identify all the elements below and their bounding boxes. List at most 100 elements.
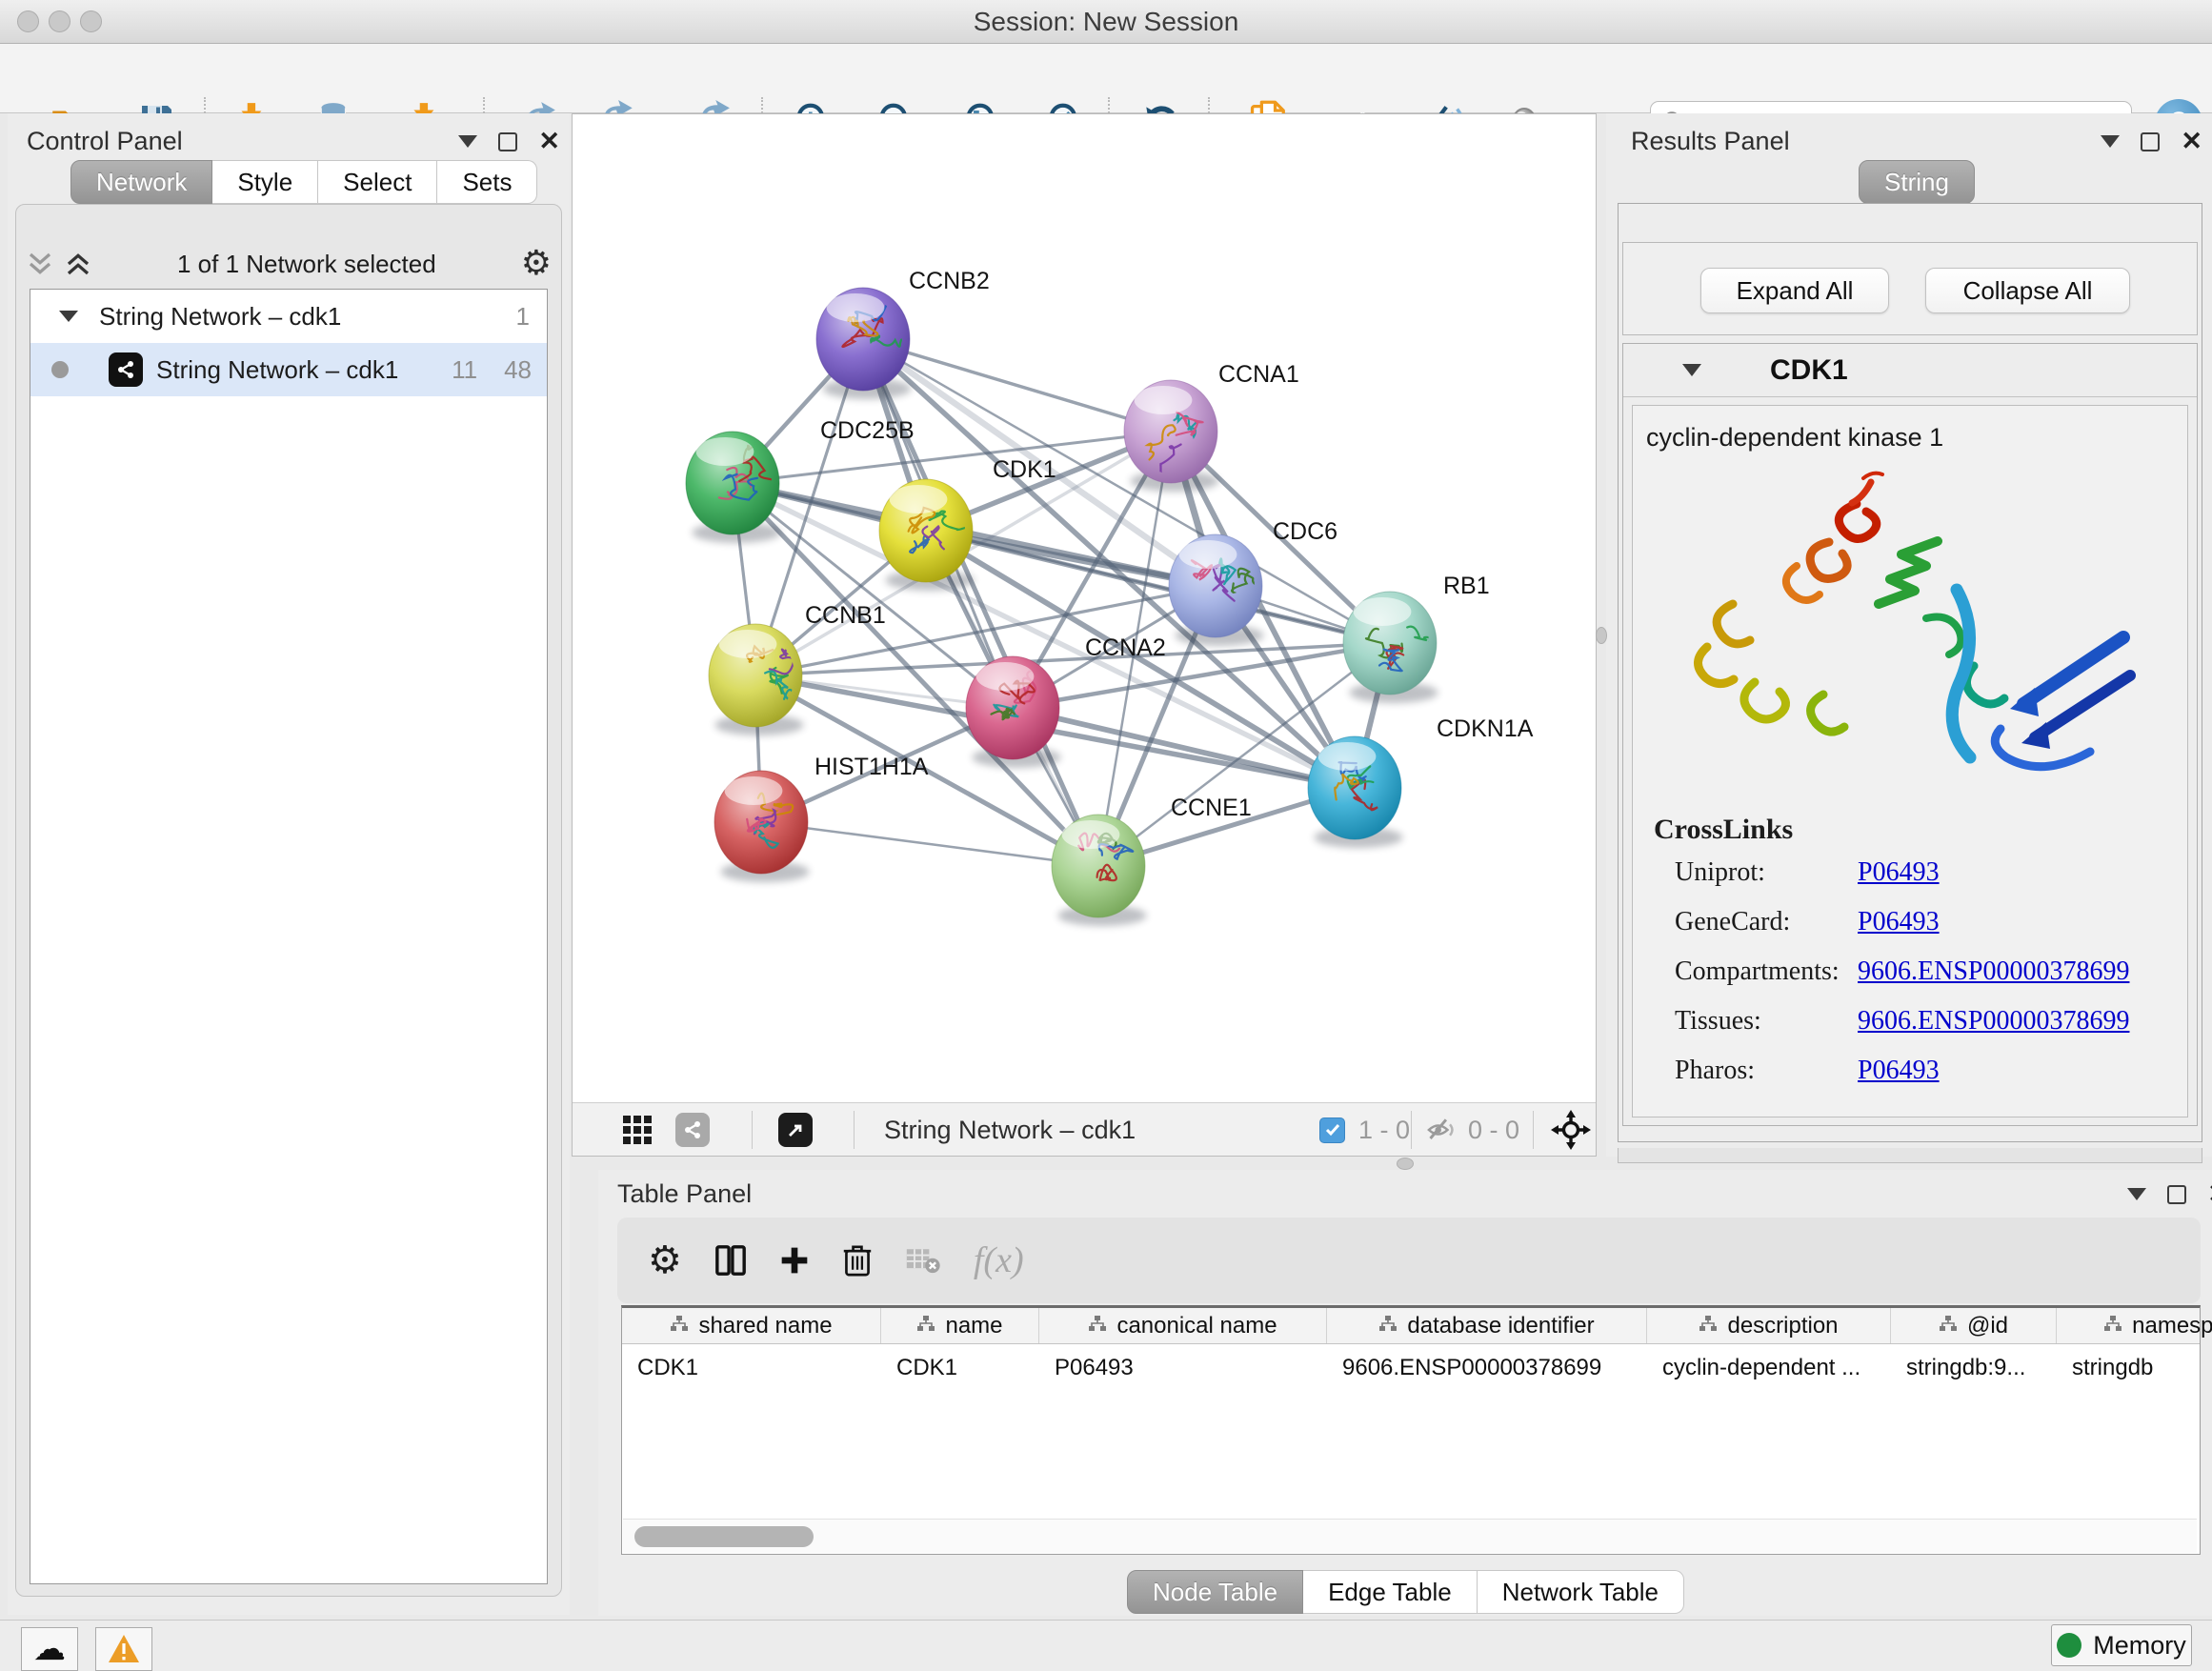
control-panel-close-icon[interactable]: ✕: [538, 129, 560, 154]
entry-collapse-icon[interactable]: [1682, 364, 1701, 376]
tab-network[interactable]: Network: [70, 160, 212, 204]
share-icon: [675, 1113, 710, 1147]
network-node-label: CDKN1A: [1437, 715, 1534, 742]
table-cell[interactable]: 9606.ENSP00000378699: [1327, 1344, 1647, 1392]
control-panel-float-icon[interactable]: [498, 132, 517, 151]
results-panel-title: Results Panel: [1631, 127, 1790, 156]
network-share-button[interactable]: [675, 1103, 710, 1157]
horizontal-splitter-handle[interactable]: [1397, 1158, 1414, 1170]
current-network-name: String Network – cdk1: [884, 1103, 1136, 1157]
network-node-CCNA1[interactable]: [1124, 380, 1219, 493]
network-node-HIST1H1A[interactable]: [714, 771, 810, 882]
network-node-CDKN1A[interactable]: [1308, 736, 1403, 848]
network-status-dot: [51, 361, 69, 378]
tab-style[interactable]: Style: [212, 160, 318, 204]
expand-all-button[interactable]: Expand All: [1700, 268, 1889, 313]
crosslink-uniprot-[interactable]: P06493: [1858, 857, 1940, 888]
network-node-RB1[interactable]: [1343, 592, 1455, 703]
table-panel-close-icon[interactable]: ✕: [2207, 1181, 2212, 1207]
table-panel-menu-icon[interactable]: [2127, 1188, 2146, 1200]
column-label: canonical name: [1116, 1313, 1277, 1339]
network-options-gear-icon[interactable]: ⚙: [521, 247, 552, 281]
close-window-button[interactable]: [17, 10, 39, 32]
column-header--id[interactable]: @id: [1891, 1308, 2057, 1343]
table-cell[interactable]: CDK1: [881, 1344, 1039, 1392]
table-header-row: shared namename canonical name database id…: [622, 1308, 2200, 1344]
crosslink-tissues-[interactable]: 9606.ENSP00000378699: [1858, 1006, 2129, 1037]
results-panel-float-icon[interactable]: [2141, 132, 2160, 151]
crosslink-genecard-[interactable]: P06493: [1858, 907, 1940, 937]
string-results-buttons: Expand All Collapse All: [1622, 242, 2198, 335]
collapse-all-icon[interactable]: [26, 250, 54, 278]
table-options-gear-icon[interactable]: ⚙: [648, 1241, 682, 1279]
table-row[interactable]: CDK1CDK1P064939606.ENSP00000378699cyclin…: [622, 1344, 2200, 1392]
network-view[interactable]: CCNB2CCNA1CDC25BCDK1CDC6RB1CCNB1CCNA2CDK…: [572, 113, 1597, 1157]
show-columns-icon[interactable]: [714, 1244, 747, 1277]
results-scrollbar[interactable]: [1618, 1148, 2202, 1163]
tab-string[interactable]: String: [1859, 160, 1975, 204]
tab-select[interactable]: Select: [318, 160, 437, 204]
gene-description: cyclin-dependent kinase 1: [1646, 423, 1943, 453]
maximize-window-button[interactable]: [80, 10, 102, 32]
tab-edge-table[interactable]: Edge Table: [1303, 1570, 1478, 1614]
vertical-splitter-handle[interactable]: [1596, 627, 1607, 644]
results-panel-menu-icon[interactable]: [2101, 135, 2120, 148]
cloud-button[interactable]: ☁: [21, 1627, 78, 1671]
column-header-database-identifier[interactable]: database identifier: [1327, 1308, 1647, 1343]
add-column-icon[interactable]: [779, 1245, 810, 1276]
network-type-icon: [109, 352, 143, 387]
warnings-button[interactable]: [95, 1627, 152, 1671]
column-label: namespac: [2132, 1313, 2212, 1339]
column-header-shared-name[interactable]: shared name: [622, 1308, 881, 1343]
crosslink-pharos-[interactable]: P06493: [1858, 1056, 1940, 1086]
window-controls[interactable]: [17, 10, 102, 32]
minimize-window-button[interactable]: [49, 10, 70, 32]
table-horizontal-scrollbar[interactable]: [623, 1519, 2197, 1553]
column-header-namespac[interactable]: namespac: [2057, 1308, 2212, 1343]
network-graph[interactable]: CCNB2CCNA1CDC25BCDK1CDC6RB1CCNB1CCNA2CDK…: [573, 114, 1596, 1103]
cloud-icon: ☁: [33, 1630, 66, 1668]
table-panel-float-icon[interactable]: [2167, 1185, 2186, 1204]
column-header-canonical-name[interactable]: canonical name: [1039, 1308, 1327, 1343]
network-collection-row[interactable]: String Network – cdk1 1: [30, 290, 547, 343]
function-builder-icon[interactable]: f(x): [974, 1239, 1024, 1281]
open-in-new-window-button[interactable]: [778, 1103, 813, 1157]
table-cell[interactable]: stringdb:9...: [1891, 1344, 2057, 1392]
network-node-CCNE1[interactable]: [1052, 815, 1147, 926]
network-node-CCNB2[interactable]: [816, 288, 912, 399]
warning-icon: [107, 1633, 141, 1665]
network-node-CCNB1[interactable]: [709, 624, 804, 735]
collection-expand-icon[interactable]: [59, 311, 78, 322]
table-cell[interactable]: stringdb: [2057, 1344, 2212, 1392]
tab-node-table[interactable]: Node Table: [1127, 1570, 1303, 1614]
tab-network-table[interactable]: Network Table: [1478, 1570, 1684, 1614]
table-cell[interactable]: cyclin-dependent ...: [1647, 1344, 1891, 1392]
selected-count-indicator[interactable]: 1 - 0: [1319, 1103, 1410, 1157]
birds-eye-view-button[interactable]: [621, 1103, 654, 1157]
network-node-label: CCNB1: [805, 602, 886, 629]
crosslink-compartments-[interactable]: 9606.ENSP00000378699: [1858, 956, 2129, 987]
navigate-network-button[interactable]: [1550, 1103, 1592, 1157]
table-cell[interactable]: P06493: [1039, 1344, 1327, 1392]
column-type-icon: [1699, 1313, 1718, 1339]
column-header-description[interactable]: description: [1647, 1308, 1891, 1343]
control-panel-menu-icon[interactable]: [458, 135, 477, 148]
network-node-CCNA2[interactable]: [966, 656, 1061, 768]
network-node-CDK1[interactable]: [879, 479, 975, 591]
node-result-header[interactable]: CDK1: [1623, 344, 2197, 397]
scrollbar-thumb[interactable]: [634, 1526, 814, 1547]
column-header-name[interactable]: name: [881, 1308, 1039, 1343]
collapse-all-button[interactable]: Collapse All: [1925, 268, 2130, 313]
network-row[interactable]: String Network – cdk1 11 48: [30, 343, 547, 396]
network-view-toolbar: String Network – cdk1 1 - 0 0 - 0: [573, 1102, 1596, 1156]
crosslink-row: GeneCard:P06493: [1675, 907, 1940, 937]
hidden-count-indicator[interactable]: 0 - 0: [1424, 1103, 1519, 1157]
expand-all-icon[interactable]: [64, 250, 92, 278]
delete-table-icon[interactable]: [905, 1245, 941, 1276]
results-panel-close-icon[interactable]: ✕: [2181, 129, 2202, 154]
tab-sets[interactable]: Sets: [437, 160, 537, 204]
delete-column-icon[interactable]: [842, 1243, 873, 1278]
crosslink-row: Tissues:9606.ENSP00000378699: [1675, 1006, 2129, 1037]
memory-button[interactable]: Memory: [2051, 1624, 2192, 1666]
table-cell[interactable]: CDK1: [622, 1344, 881, 1392]
